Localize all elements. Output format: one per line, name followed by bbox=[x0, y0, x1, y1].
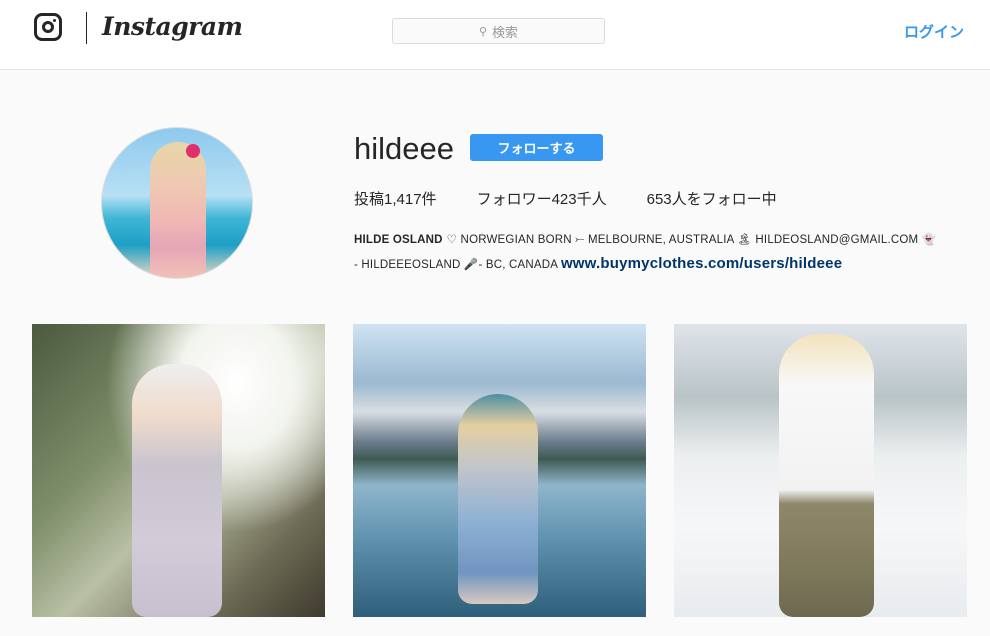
bio-website-link[interactable]: www.buymyclothes.com/users/hildeee bbox=[561, 255, 842, 272]
posts-label: 投稿 bbox=[354, 191, 385, 208]
search-icon: ⚲ bbox=[478, 25, 488, 38]
profile-bio: HILDE OSLAND ♡ NORWEGIAN BORN ⤚ MELBOURNE… bbox=[354, 229, 974, 277]
instagram-wordmark[interactable]: Instagram bbox=[102, 12, 243, 41]
post-thumbnail-2[interactable] bbox=[353, 324, 646, 617]
login-link[interactable]: ログイン bbox=[904, 21, 964, 42]
following-stat[interactable]: 653人をフォロー中 bbox=[647, 188, 777, 209]
post-thumbnail-1[interactable] bbox=[32, 324, 325, 617]
post-thumbnail-3[interactable] bbox=[674, 324, 967, 617]
post-3-subject-shape bbox=[779, 334, 874, 617]
followers-label: フォロワー bbox=[476, 191, 552, 208]
search-placeholder: 検索 bbox=[492, 24, 519, 40]
instagram-camera-icon[interactable] bbox=[34, 13, 62, 41]
camera-lens-shape bbox=[42, 21, 54, 33]
avatar-flower-shape bbox=[186, 144, 200, 158]
follow-button[interactable]: フォローする bbox=[470, 134, 603, 161]
posts-count: 1,417件 bbox=[384, 191, 437, 208]
search-input[interactable]: ⚲ 検索 bbox=[392, 18, 605, 44]
bio-text-1: ♡ NORWEGIAN BORN ⤚ MELBOURNE, AUSTRALIA … bbox=[446, 234, 937, 246]
followers-stat[interactable]: フォロワー423千人 bbox=[477, 188, 607, 209]
followers-count: 423千人 bbox=[551, 191, 607, 208]
camera-flash-dot bbox=[53, 19, 56, 22]
bio-full-name: HILDE OSLAND bbox=[354, 234, 443, 246]
posts-stat[interactable]: 投稿1,417件 bbox=[354, 188, 437, 209]
profile-stats: 投稿1,417件 フォロワー423千人 653人をフォロー中 bbox=[354, 188, 817, 209]
bio-text-2: - HILDEEEOSLAND 🎤- BC, CANADA bbox=[354, 259, 558, 271]
post-2-subject-shape bbox=[458, 394, 538, 604]
post-1-subject-shape bbox=[132, 364, 222, 617]
bio-line-2: - HILDEEEOSLAND 🎤- BC, CANADA www.buymyc… bbox=[354, 252, 974, 277]
top-navigation-bar: Instagram ⚲ 検索 ログイン bbox=[0, 0, 990, 70]
avatar-figure-shape bbox=[150, 142, 206, 278]
bio-line-1: HILDE OSLAND ♡ NORWEGIAN BORN ⤚ MELBOURNE… bbox=[354, 229, 974, 252]
profile-username: hildeee bbox=[354, 131, 454, 166]
profile-avatar[interactable] bbox=[101, 127, 253, 279]
logo-divider bbox=[86, 12, 87, 44]
